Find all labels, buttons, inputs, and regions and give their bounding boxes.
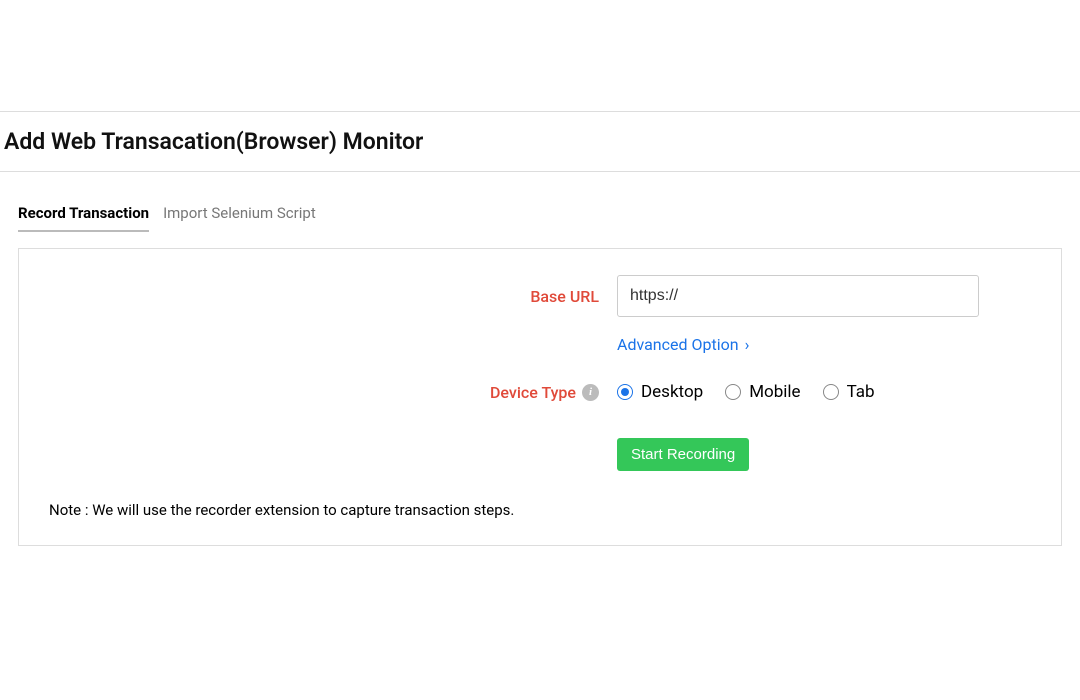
content-area: Record Transaction Import Selenium Scrip…	[0, 172, 1080, 546]
form-panel: Base URL Advanced Option › Device Type i	[18, 248, 1062, 546]
radio-label-mobile: Mobile	[749, 382, 800, 402]
radio-dot-icon	[621, 388, 629, 396]
note-text: Note : We will use the recorder extensio…	[49, 501, 1031, 519]
value-device-type-col: Desktop Mobile Tab	[617, 382, 1031, 402]
device-type-radio-group: Desktop Mobile Tab	[617, 382, 875, 402]
radio-label-tab: Tab	[847, 382, 875, 402]
label-device-type: Device Type	[490, 383, 576, 402]
radio-desktop[interactable]: Desktop	[617, 382, 703, 402]
label-base-url-col: Base URL	[49, 287, 617, 306]
page-header: Add Web Transacation(Browser) Monitor	[0, 112, 1080, 172]
row-start-button: Start Recording	[49, 414, 1031, 471]
row-advanced-option: Advanced Option ›	[49, 329, 1031, 364]
radio-circle-desktop	[617, 384, 633, 400]
advanced-option-link[interactable]: Advanced Option ›	[617, 335, 749, 354]
tab-import-selenium-script[interactable]: Import Selenium Script	[163, 204, 316, 232]
radio-circle-mobile	[725, 384, 741, 400]
tabs: Record Transaction Import Selenium Scrip…	[18, 204, 1062, 232]
value-advanced-option-col: Advanced Option ›	[617, 329, 1031, 364]
chevron-right-icon: ›	[745, 335, 750, 354]
value-base-url-col	[617, 275, 1031, 317]
tab-record-transaction[interactable]: Record Transaction	[18, 204, 149, 232]
top-spacer	[0, 0, 1080, 112]
label-device-type-col: Device Type i	[49, 383, 617, 402]
info-icon[interactable]: i	[582, 384, 599, 401]
row-base-url: Base URL	[49, 275, 1031, 317]
row-device-type: Device Type i Desktop Mobile	[49, 382, 1031, 402]
value-start-button-col: Start Recording	[617, 414, 1031, 471]
page-title: Add Web Transacation(Browser) Monitor	[4, 128, 1076, 155]
radio-mobile[interactable]: Mobile	[725, 382, 800, 402]
start-recording-button[interactable]: Start Recording	[617, 438, 749, 471]
advanced-option-text: Advanced Option	[617, 335, 739, 354]
base-url-input[interactable]	[617, 275, 979, 317]
radio-tab[interactable]: Tab	[823, 382, 875, 402]
radio-circle-tab	[823, 384, 839, 400]
label-base-url: Base URL	[530, 287, 599, 306]
radio-label-desktop: Desktop	[641, 382, 703, 402]
